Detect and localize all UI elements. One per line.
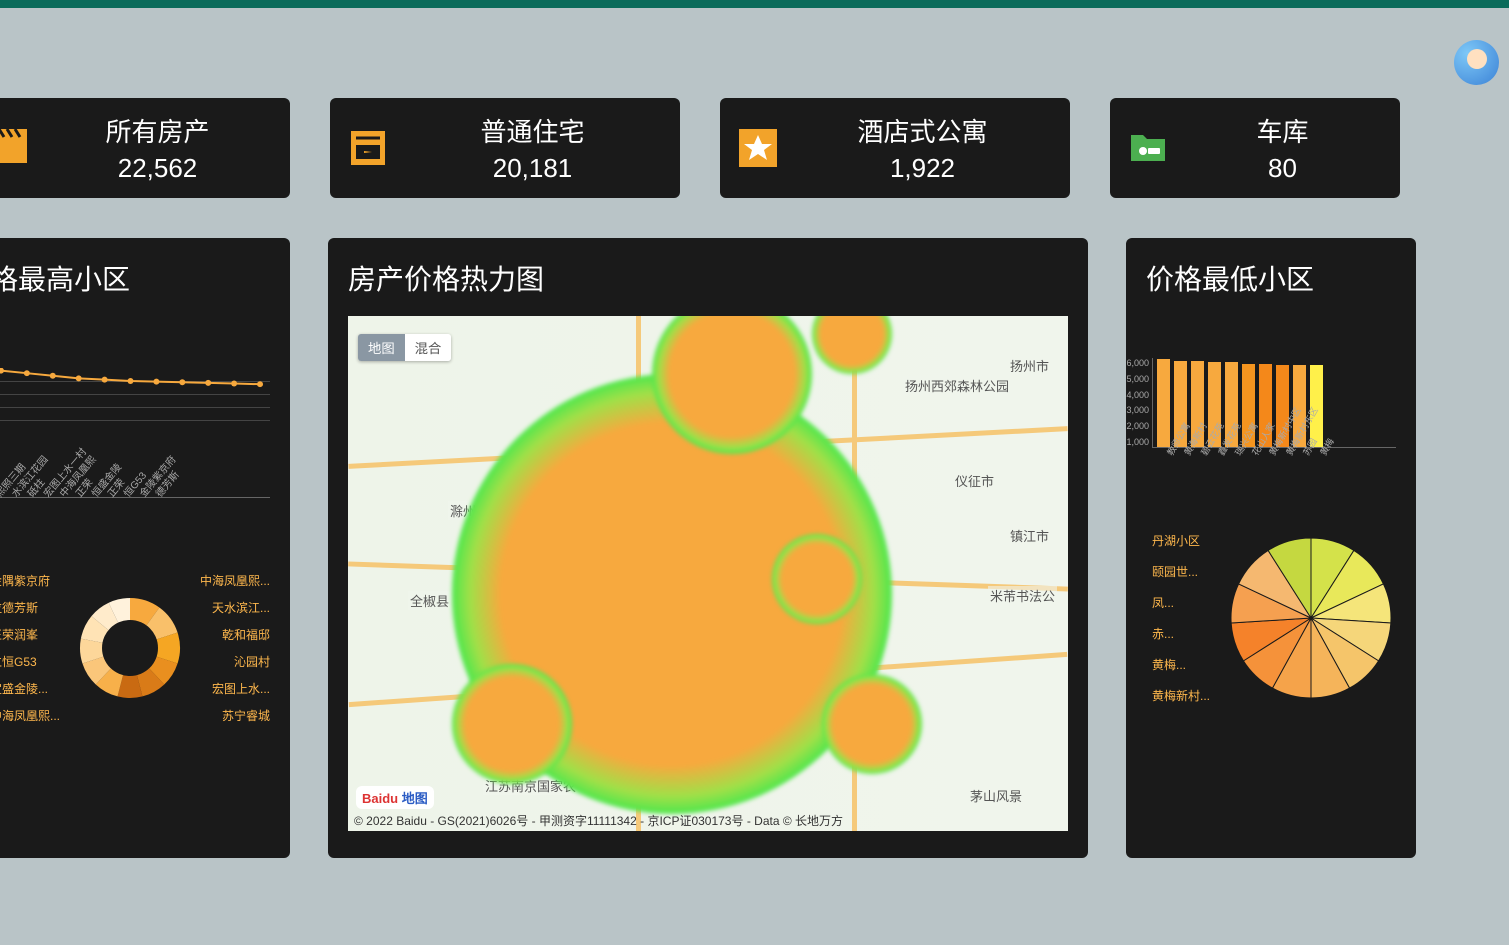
stat-value: 80 bbox=[1190, 153, 1375, 184]
map-label: 扬州市 bbox=[1008, 356, 1051, 375]
x-tick: 黄梅新村东区 bbox=[1283, 440, 1301, 458]
legend-item: 颐园世... bbox=[1152, 563, 1210, 580]
map-toggle-map[interactable]: 地图 bbox=[358, 334, 405, 361]
legend-item: 苏宁睿城 bbox=[200, 707, 270, 724]
legend-item: 乾和福邸 bbox=[200, 626, 270, 643]
legend-item: 宏图上水... bbox=[200, 680, 270, 697]
legend-item: 丹湖小区 bbox=[1152, 532, 1210, 549]
user-avatar[interactable] bbox=[1454, 40, 1499, 85]
legend-item: 金隅紫京府 bbox=[0, 572, 60, 589]
stat-cards-row: 所有房产 22,562 普通住宅 20,181 酒店式公寓 1,922 bbox=[0, 98, 1509, 238]
x-tick: 花山人家 bbox=[1249, 440, 1267, 458]
x-tick: 碧云花苑 bbox=[1198, 440, 1216, 458]
legend-item: 宜盛金陵... bbox=[0, 680, 60, 697]
stat-value: 20,181 bbox=[410, 153, 655, 184]
x-tick: 中海凤凰熙 bbox=[55, 490, 66, 500]
tv-icon bbox=[345, 126, 390, 171]
legend-item: 沁园村 bbox=[200, 653, 270, 670]
folder-icon bbox=[1125, 126, 1170, 171]
x-tick: 水滨江花园 bbox=[7, 490, 18, 500]
top-bar bbox=[0, 0, 1509, 8]
x-tick: 金陵紫京府 bbox=[135, 490, 146, 500]
highest-price-line-chart[interactable]: 0,000 0,000 0,000 0,000 0,000 熙照三期水滨江花园砥… bbox=[0, 368, 270, 498]
stat-value: 22,562 bbox=[50, 153, 265, 184]
legend-item: 黄梅新村... bbox=[1152, 687, 1210, 704]
heatmap-map[interactable]: 滁州市 全椒县 南京市 仪征市 扬州市 镇江市 赤山 扬州西郊森林公园 米芾书法… bbox=[348, 316, 1068, 831]
map-label: 镇江市 bbox=[1008, 526, 1051, 545]
x-tick: 瑞兴公寓 bbox=[1232, 440, 1250, 458]
highest-price-donut-chart[interactable]: 金隅紫京府拉德芳斯正荣润峯仁恒G53 宜盛金陵... 中海凤凰熙... 中海凤凰熙.… bbox=[0, 548, 270, 748]
legend-item: 中海凤凰熙... bbox=[200, 572, 270, 589]
stat-card-hotel-apartment[interactable]: 酒店式公寓 1,922 bbox=[720, 98, 1070, 198]
legend-item: 仁恒G53 bbox=[0, 653, 60, 670]
stat-label: 所有房产 bbox=[50, 112, 265, 149]
legend-item: 黄梅... bbox=[1152, 656, 1210, 673]
y-tick: 1,000 bbox=[1126, 437, 1149, 447]
y-tick: 2,000 bbox=[1126, 421, 1149, 431]
x-tick: 德芳斯 bbox=[151, 490, 162, 500]
clapper-icon bbox=[0, 126, 30, 171]
lowest-price-pie-chart[interactable]: 丹湖小区颐园世... 凤... 赤... 黄梅... 黄梅新村... bbox=[1146, 508, 1396, 728]
panel-title: 格最高小区 bbox=[0, 258, 270, 298]
panel-title: 价格最低小区 bbox=[1146, 258, 1396, 298]
lowest-price-bar-chart[interactable]: 6,000 5,000 4,000 3,000 2,000 1,000 教师公寓… bbox=[1152, 358, 1396, 448]
stat-label: 车库 bbox=[1190, 112, 1375, 149]
y-tick: 5,000 bbox=[1126, 374, 1149, 384]
panel-title: 房产价格热力图 bbox=[348, 258, 1068, 298]
x-tick: 黄海新村 bbox=[1181, 440, 1199, 458]
legend-item: 凤... bbox=[1152, 594, 1210, 611]
x-tick: 黄梅 bbox=[1317, 440, 1335, 458]
map-label: 米芾书法公 bbox=[988, 586, 1057, 605]
map-toggle-hybrid[interactable]: 混合 bbox=[405, 334, 452, 361]
x-tick: 教师公寓 bbox=[1164, 440, 1182, 458]
panel-heatmap: 房产价格热力图 滁州市 全椒县 南京市 仪征市 扬州市 镇江市 赤山 扬州西郊森… bbox=[328, 238, 1088, 858]
x-tick: 黄梅新村中区 bbox=[1266, 440, 1284, 458]
map-label: 茅山风景 bbox=[968, 786, 1024, 805]
x-tick: 鑫发花苑 bbox=[1215, 440, 1233, 458]
y-tick: 3,000 bbox=[1126, 405, 1149, 415]
legend-item: 正荣润峯 bbox=[0, 626, 60, 643]
stat-label: 普通住宅 bbox=[410, 112, 655, 149]
star-icon bbox=[735, 126, 780, 171]
panel-highest-price: 格最高小区 0,000 0,000 0,000 0,000 0,000 熙照三期… bbox=[0, 238, 290, 858]
legend-item: 拉德芳斯 bbox=[0, 599, 60, 616]
x-tick: 熙照三期 bbox=[0, 490, 2, 500]
stat-card-garage[interactable]: 车库 80 bbox=[1110, 98, 1400, 198]
map-label: 仪征市 bbox=[953, 471, 996, 490]
stat-label: 酒店式公寓 bbox=[800, 112, 1045, 149]
legend-item: 赤... bbox=[1152, 625, 1210, 642]
x-tick: 宏图上水一村 bbox=[39, 490, 50, 500]
x-tick: 苏园 bbox=[1300, 440, 1318, 458]
x-tick: 砥柱 bbox=[23, 490, 34, 500]
panel-lowest-price: 价格最低小区 6,000 5,000 4,000 3,000 2,000 1,0… bbox=[1126, 238, 1416, 858]
map-attribution: © 2022 Baidu - GS(2021)6026号 - 甲测资字11111… bbox=[354, 812, 843, 829]
y-tick: 6,000 bbox=[1126, 358, 1149, 368]
x-tick: 正荣 bbox=[71, 490, 82, 500]
y-tick: 4,000 bbox=[1126, 390, 1149, 400]
legend-item: 中海凤凰熙... bbox=[0, 707, 60, 724]
stat-value: 1,922 bbox=[800, 153, 1045, 184]
stat-card-residence[interactable]: 普通住宅 20,181 bbox=[330, 98, 680, 198]
x-tick: 恒G53 bbox=[119, 490, 130, 500]
x-tick: 正荣 bbox=[103, 490, 114, 500]
x-tick: 恒盛金陵 bbox=[87, 490, 98, 500]
legend-item: 天水滨江... bbox=[200, 599, 270, 616]
map-label: 扬州西郊森林公园 bbox=[903, 376, 1011, 395]
stat-card-all-properties[interactable]: 所有房产 22,562 bbox=[0, 98, 290, 198]
map-label: 全椒县 bbox=[408, 591, 451, 610]
baidu-logo: Baidu 地图 bbox=[356, 786, 434, 809]
map-type-toggle: 地图 混合 bbox=[358, 334, 451, 361]
